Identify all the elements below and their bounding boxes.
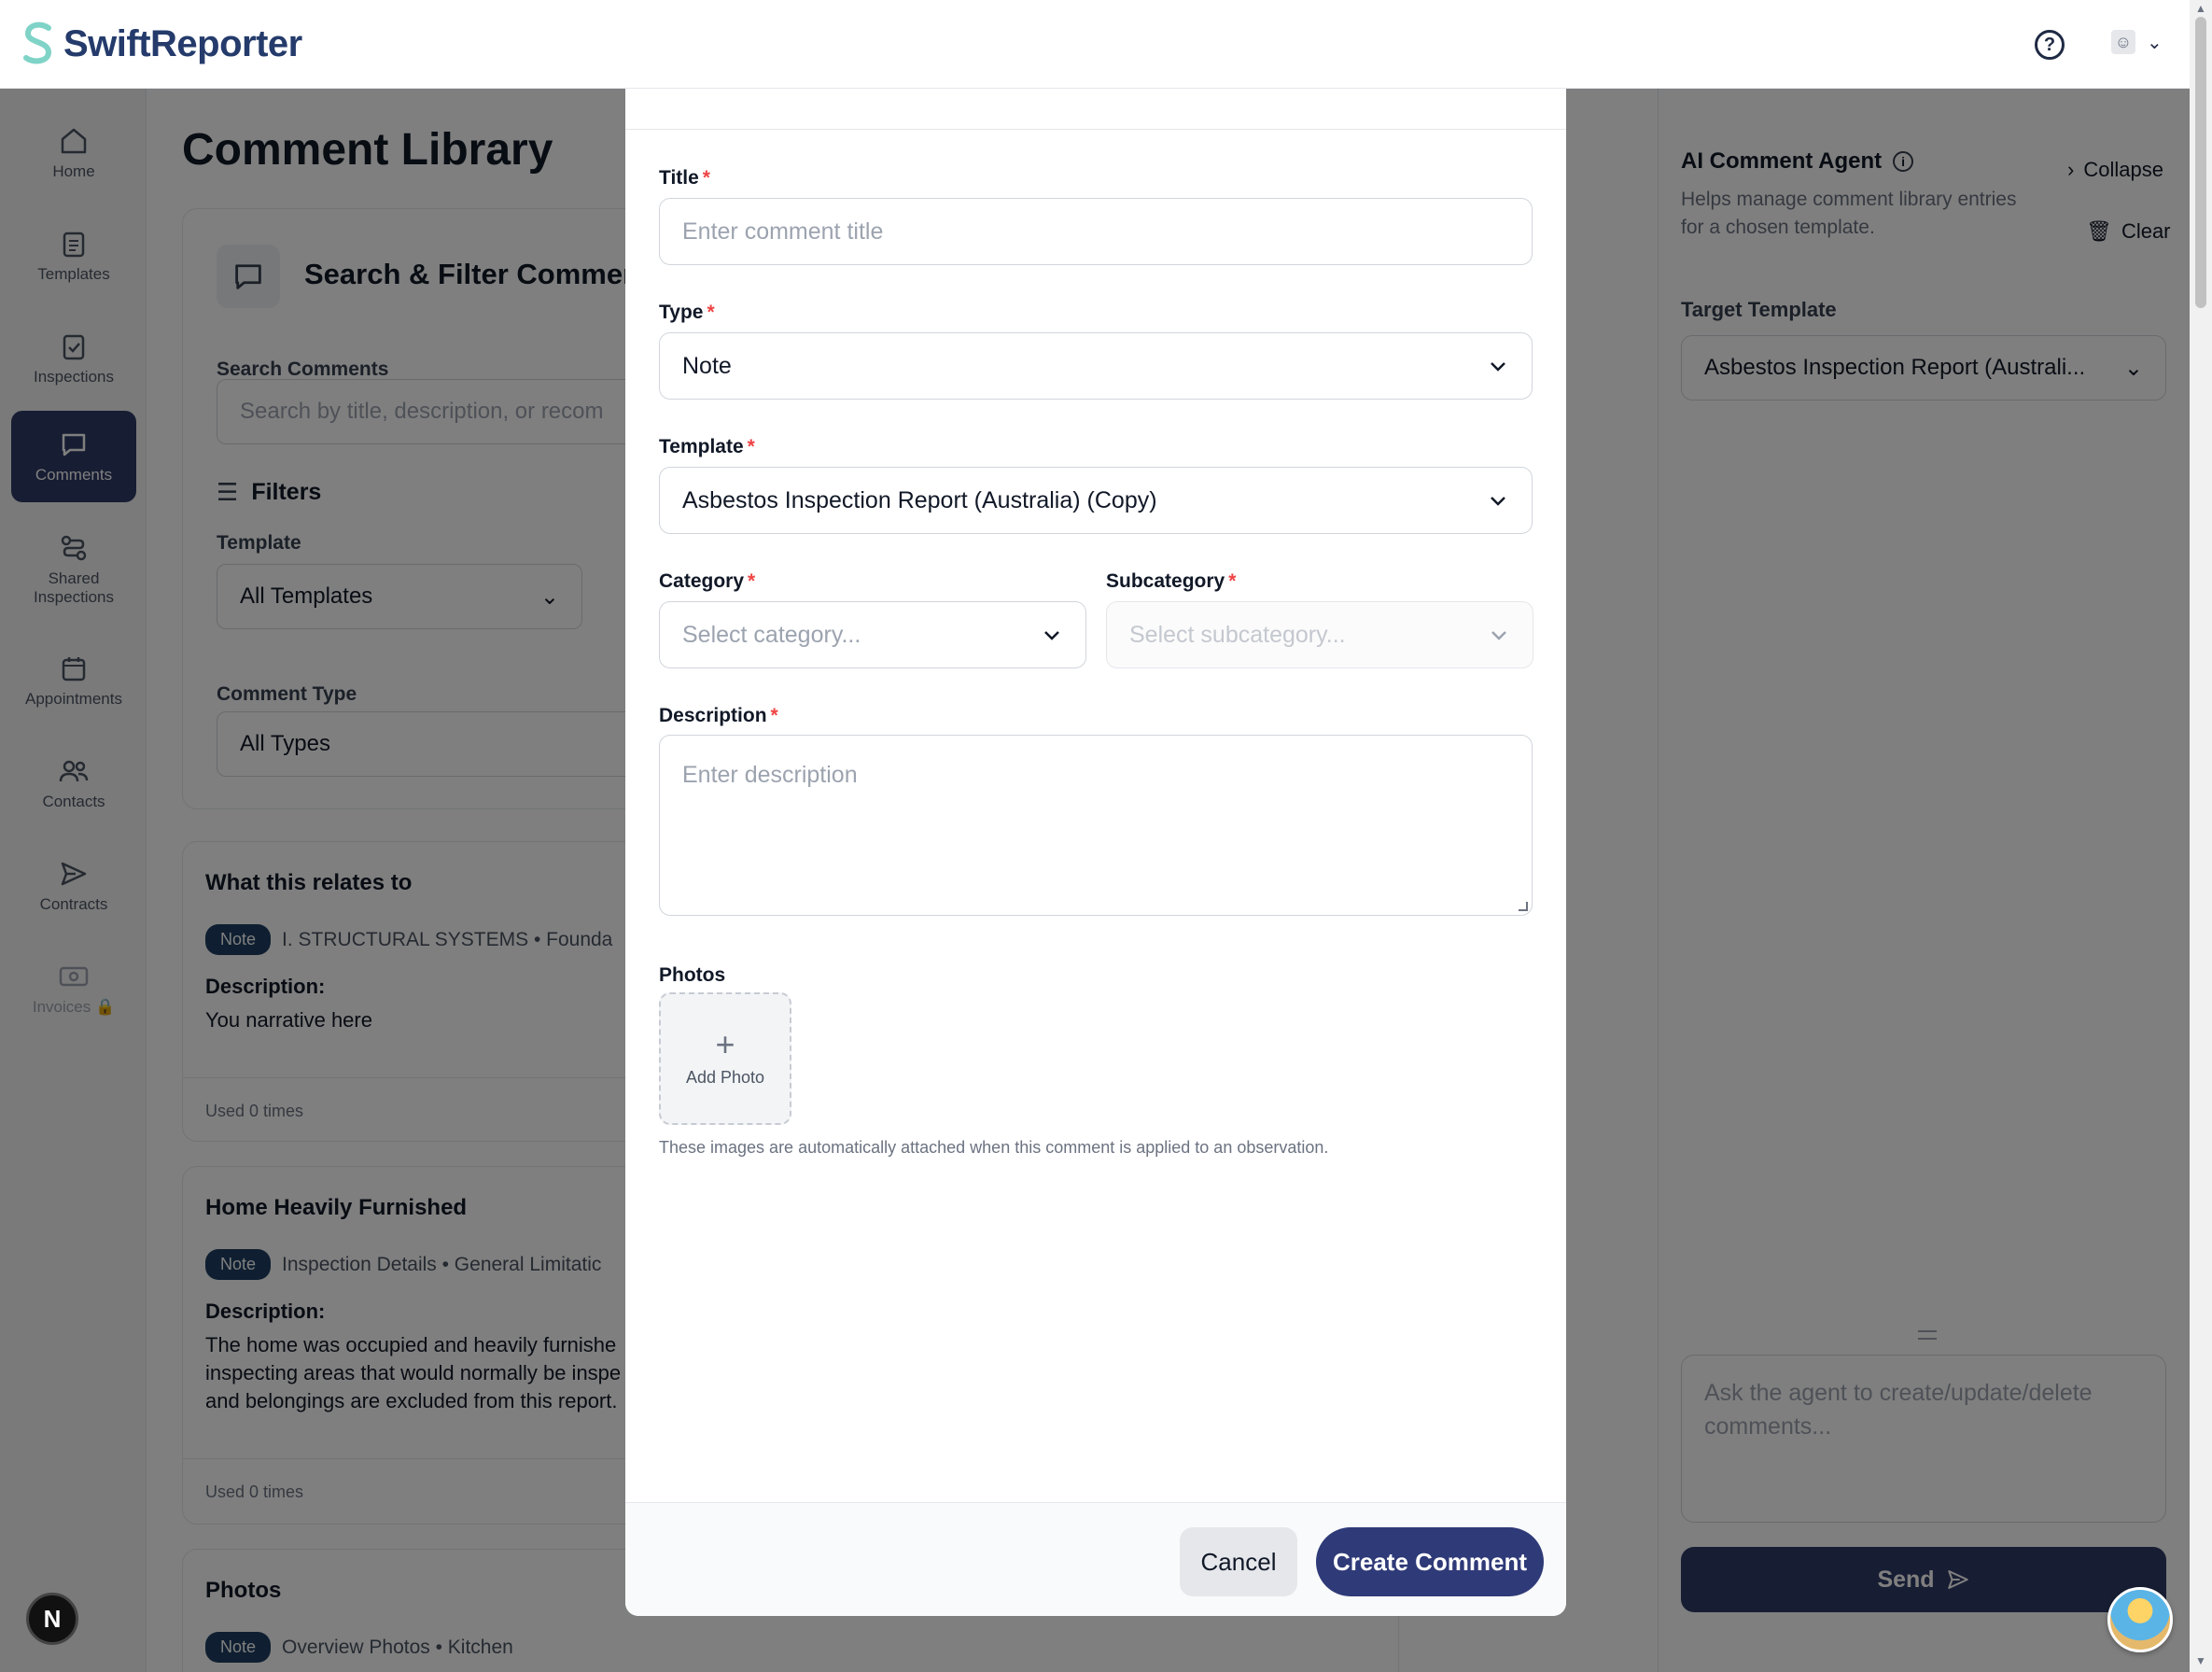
description-textarea[interactable]: Enter description	[659, 735, 1533, 916]
required-mark: *	[707, 302, 715, 323]
scroll-up-icon[interactable]: ▲	[2195, 2, 2206, 15]
category-field-label: Category *	[659, 570, 755, 593]
assistant-avatar-icon[interactable]	[2107, 1587, 2173, 1652]
dev-tools-badge[interactable]: N	[26, 1593, 78, 1645]
resize-grip-icon[interactable]	[1519, 902, 1528, 911]
chevron-down-icon	[1491, 497, 1505, 506]
create-comment-modal: Title * Enter comment title Type * Note Te…	[625, 89, 1566, 1616]
description-label-text: Description	[659, 705, 767, 726]
modal-header-divider	[625, 129, 1566, 130]
title-placeholder: Enter comment title	[682, 218, 884, 245]
template-select[interactable]: Asbestos Inspection Report (Australia) (…	[659, 467, 1533, 534]
type-label-text: Type	[659, 302, 704, 323]
scrollbar-thumb[interactable]	[2195, 17, 2206, 308]
cancel-button[interactable]: Cancel	[1180, 1527, 1297, 1596]
required-mark: *	[702, 167, 710, 189]
required-mark: *	[1228, 570, 1237, 592]
type-value: Note	[682, 352, 732, 379]
category-select[interactable]: Select category...	[659, 601, 1086, 668]
chevron-down-icon	[1491, 362, 1505, 372]
template-value: Asbestos Inspection Report (Australia) (…	[682, 486, 1157, 513]
subcategory-label-text: Subcategory	[1106, 570, 1225, 592]
category-placeholder: Select category...	[682, 621, 861, 648]
category-label-text: Category	[659, 570, 745, 592]
create-comment-button[interactable]: Create Comment	[1316, 1527, 1544, 1596]
app-name: SwiftReporter	[63, 22, 302, 64]
add-photo-label: Add Photo	[685, 1067, 765, 1087]
scroll-down-icon[interactable]: ▼	[2195, 1654, 2206, 1667]
photos-help-text: These images are automatically attached …	[659, 1138, 1329, 1157]
required-mark: *	[770, 705, 778, 726]
subcategory-field-label: Subcategory *	[1106, 570, 1236, 593]
chevron-down-icon: ⌄	[2147, 32, 2163, 53]
chevron-down-icon	[1491, 631, 1506, 640]
avatar: ☺	[2111, 30, 2135, 54]
title-input[interactable]: Enter comment title	[659, 198, 1533, 265]
required-mark: *	[747, 436, 755, 457]
template-label-text: Template	[659, 436, 744, 457]
app-logo[interactable]: SwiftReporter	[21, 21, 302, 67]
add-photo-button[interactable]: + Add Photo	[659, 992, 791, 1125]
description-placeholder: Enter description	[682, 762, 858, 788]
required-mark: *	[748, 570, 756, 592]
template-field-label: Template *	[659, 436, 755, 458]
modal-footer: Cancel Create Comment	[625, 1502, 1566, 1616]
logo-s-icon	[23, 21, 52, 64]
title-field-label: Title *	[659, 167, 710, 190]
help-icon[interactable]: ?	[2035, 30, 2065, 60]
type-select[interactable]: Note	[659, 332, 1533, 400]
top-header: SwiftReporter ? ☺ ⌄	[0, 0, 2190, 89]
type-field-label: Type *	[659, 302, 715, 324]
photos-label: Photos	[659, 964, 726, 986]
description-field-label: Description *	[659, 705, 778, 727]
chevron-down-icon	[1044, 631, 1059, 640]
user-menu-button[interactable]: ☺ ⌄	[2111, 30, 2163, 54]
title-label-text: Title	[659, 167, 699, 189]
page-scrollbar[interactable]: ▲ ▼	[2190, 0, 2212, 1672]
subcategory-select[interactable]: Select subcategory...	[1106, 601, 1533, 668]
subcategory-placeholder: Select subcategory...	[1129, 621, 1346, 648]
plus-icon: +	[715, 1024, 735, 1063]
